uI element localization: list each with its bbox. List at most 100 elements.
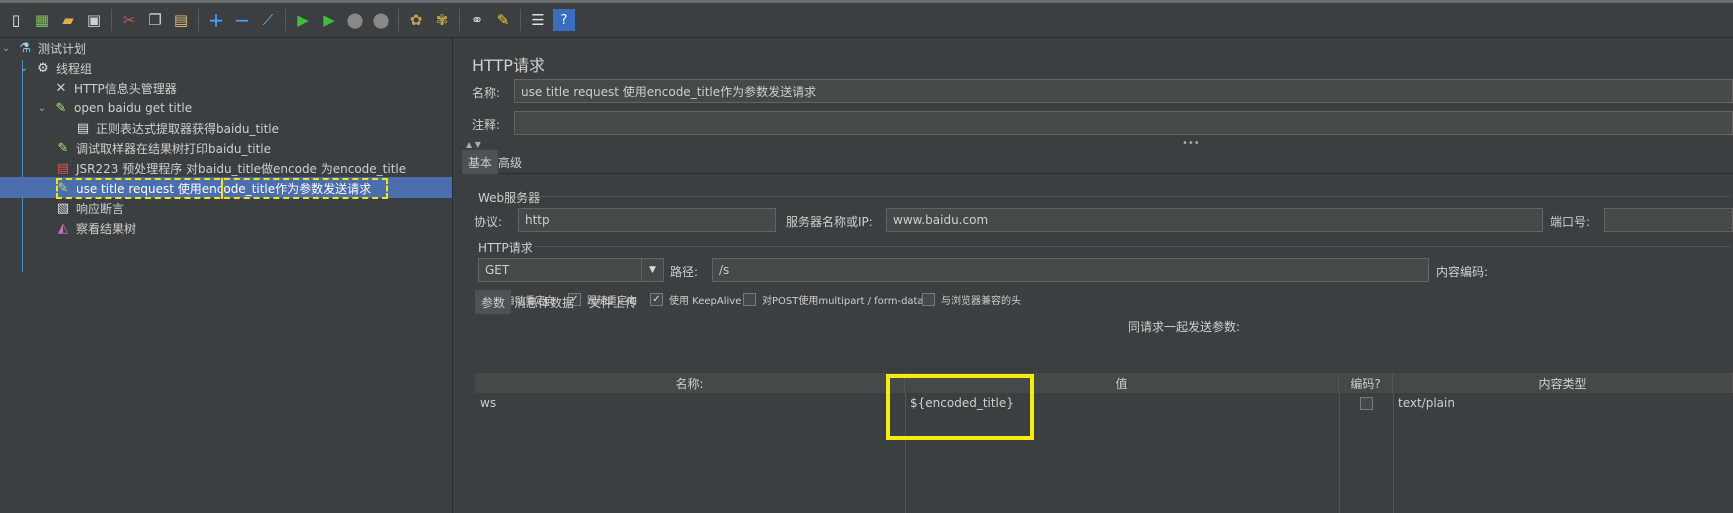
option-label: 对POST使用multipart / form-data bbox=[762, 296, 924, 307]
copy-icon[interactable]: ❐ bbox=[144, 9, 166, 31]
group-divider bbox=[530, 196, 1730, 197]
value-highlight-box bbox=[886, 374, 1034, 440]
paste-icon[interactable]: ▤ bbox=[170, 9, 192, 31]
assertion-icon: ▧ bbox=[56, 200, 70, 216]
reset-search-icon[interactable]: ✎ bbox=[492, 9, 514, 31]
clear-icon[interactable]: ✿ bbox=[405, 9, 427, 31]
option-label: 使用 KeepAlive bbox=[669, 296, 742, 307]
selection-dashed-divider bbox=[221, 178, 223, 199]
encoding-label: 内容编码: bbox=[1436, 265, 1489, 279]
page-title: HTTP请求 bbox=[472, 56, 545, 75]
tree-item-label: 正则表达式提取器获得baidu_title bbox=[96, 121, 279, 136]
name-field[interactable]: use title request 使用encode_title作为参数发送请求 bbox=[514, 79, 1733, 103]
tree-item-debug-sampler[interactable]: ✎ 调试取样器在结果树打印baidu_title bbox=[54, 138, 271, 158]
tree-guide-line bbox=[22, 60, 23, 272]
column-header-name[interactable]: 名称: bbox=[475, 373, 905, 393]
tree-item-label: 调试取样器在结果树打印baidu_title bbox=[76, 141, 271, 156]
new-icon[interactable]: ▯ bbox=[5, 9, 27, 31]
split-pane-divider[interactable] bbox=[452, 38, 460, 513]
toggle-icon[interactable]: ⟋ bbox=[257, 9, 279, 31]
checkbox[interactable]: ✓ bbox=[650, 293, 663, 306]
tree-item-view-results-tree[interactable]: ◭ 察看结果树 bbox=[54, 218, 136, 238]
templates-icon[interactable]: ▦ bbox=[31, 9, 53, 31]
search-icon[interactable]: ⚭ bbox=[466, 9, 488, 31]
wrench-icon: ✕ bbox=[55, 80, 67, 96]
tree-item-label: HTTP信息头管理器 bbox=[74, 81, 177, 96]
port-field[interactable] bbox=[1604, 208, 1733, 232]
start-icon[interactable]: ▶ bbox=[292, 9, 314, 31]
protocol-label: 协议: bbox=[474, 215, 503, 229]
help-icon[interactable]: ? bbox=[553, 9, 575, 31]
server-label: 服务器名称或IP: bbox=[786, 215, 873, 229]
port-label: 端口号: bbox=[1550, 215, 1591, 229]
gear-icon: ⚙ bbox=[37, 60, 49, 76]
option-label: 与浏览器兼容的头 bbox=[941, 296, 1021, 307]
tree-item-label: JSR223 预处理程序 对baidu_title做encode 为encode… bbox=[76, 161, 407, 176]
drag-handle-icon[interactable]: ••• bbox=[1182, 138, 1200, 149]
tab-parameters[interactable]: 参数 bbox=[475, 290, 512, 314]
option-keepalive[interactable]: ✓ 使用 KeepAlive bbox=[650, 292, 741, 307]
function-helper-icon[interactable]: ☰ bbox=[527, 9, 549, 31]
toolbar-separator bbox=[398, 9, 399, 31]
tree-item-label: open baidu get title bbox=[74, 101, 193, 115]
toolbar: ▯ ▦ ▰ ▣ ✂ ❐ ▤ + − ⟋ ▶ ▶ ⬤ ⬤ ✿ ✾ ⚭ ✎ ☰ ? bbox=[0, 0, 1733, 38]
tree-item-thread-group[interactable]: ⌄ ⚙ 线程组 bbox=[18, 58, 92, 78]
column-header-content-type[interactable]: 内容类型 bbox=[1393, 373, 1733, 393]
stop-icon[interactable]: ⬤ bbox=[344, 9, 366, 31]
server-field[interactable]: www.baidu.com bbox=[886, 208, 1543, 232]
open-icon[interactable]: ▰ bbox=[57, 9, 79, 31]
path-field[interactable]: /s bbox=[712, 258, 1429, 282]
tree-item-response-assertion[interactable]: ▧ 响应断言 bbox=[54, 198, 124, 218]
tab-body-data[interactable]: 消息体数据 bbox=[508, 290, 580, 314]
comment-label: 注释: bbox=[472, 118, 501, 132]
chevron-down-icon[interactable]: ⌄ bbox=[36, 103, 48, 114]
tree-item-regex-extractor[interactable]: ▤ 正则表达式提取器获得baidu_title bbox=[74, 118, 279, 138]
tree-item-test-plan[interactable]: ⌄ ⚗ 测试计划 bbox=[0, 38, 86, 58]
param-name-cell[interactable]: ws bbox=[475, 393, 905, 413]
collapse-arrows-icon[interactable]: ▲ ▼ bbox=[466, 140, 481, 149]
save-icon[interactable]: ▣ bbox=[83, 9, 105, 31]
name-label: 名称: bbox=[472, 86, 501, 100]
tab-advanced[interactable]: 高级 bbox=[492, 150, 528, 174]
flask-icon: ⚗ bbox=[19, 40, 31, 56]
tree-item-label: 测试计划 bbox=[38, 41, 87, 56]
path-label: 路径: bbox=[670, 265, 699, 279]
tab-file-upload[interactable]: 文件上传 bbox=[583, 290, 643, 314]
shutdown-icon[interactable]: ⬤ bbox=[370, 9, 392, 31]
document-icon: ▤ bbox=[76, 120, 90, 136]
expand-icon[interactable]: + bbox=[205, 9, 227, 31]
tree-item-open-baidu[interactable]: ⌄ ✎ open baidu get title bbox=[36, 98, 192, 118]
tree-item-label: 察看结果树 bbox=[76, 221, 137, 236]
toolbar-separator bbox=[520, 9, 521, 31]
cut-icon[interactable]: ✂ bbox=[118, 9, 140, 31]
method-value: GET bbox=[485, 263, 510, 277]
collapse-icon[interactable]: − bbox=[231, 9, 253, 31]
method-select[interactable]: GET ▼ bbox=[478, 258, 664, 282]
checkbox[interactable] bbox=[1359, 396, 1373, 410]
column-header-encode[interactable]: 编码? bbox=[1339, 373, 1393, 393]
chart-icon: ◭ bbox=[58, 220, 68, 236]
chevron-down-icon[interactable]: ▼ bbox=[641, 259, 663, 281]
param-encode-cell[interactable] bbox=[1339, 393, 1393, 413]
http-request-group-title: HTTP请求 bbox=[478, 241, 533, 255]
checkbox[interactable] bbox=[922, 293, 935, 306]
web-server-group-title: Web服务器 bbox=[478, 191, 541, 205]
script-icon: ▤ bbox=[56, 160, 70, 176]
chevron-down-icon[interactable]: ⌄ bbox=[18, 63, 30, 74]
params-caption: 同请求一起发送参数: bbox=[1128, 320, 1241, 334]
comment-field[interactable] bbox=[514, 111, 1733, 135]
toolbar-separator bbox=[459, 9, 460, 31]
tree-item-jsr223[interactable]: ▤ JSR223 预处理程序 对baidu_title做encode 为enco… bbox=[54, 158, 406, 178]
start-no-pause-icon[interactable]: ▶ bbox=[318, 9, 340, 31]
option-browser-headers[interactable]: 与浏览器兼容的头 bbox=[922, 292, 1021, 307]
param-content-type-cell[interactable]: text/plain bbox=[1393, 393, 1733, 413]
chevron-down-icon[interactable]: ⌄ bbox=[0, 43, 12, 54]
tree-item-header-manager[interactable]: ✕ HTTP信息头管理器 bbox=[52, 78, 177, 98]
option-multipart[interactable]: 对POST使用multipart / form-data bbox=[743, 292, 924, 307]
toolbar-separator bbox=[285, 9, 286, 31]
protocol-field[interactable]: http bbox=[518, 208, 776, 232]
clear-all-icon[interactable]: ✾ bbox=[431, 9, 453, 31]
group-divider bbox=[535, 246, 1730, 247]
tree-item-label: 响应断言 bbox=[76, 201, 125, 216]
checkbox[interactable] bbox=[743, 293, 756, 306]
